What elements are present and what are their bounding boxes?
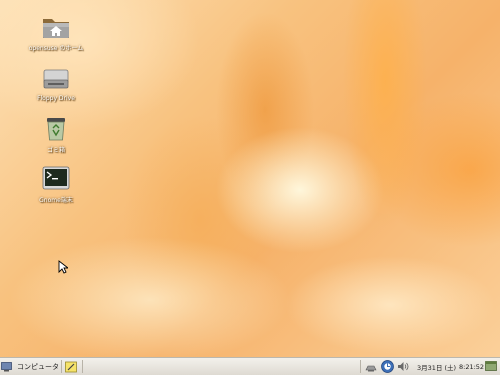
terminal-desktop-icon[interactable]: Gnome端末 (14, 166, 98, 204)
trash-desktop-icon[interactable]: ゴミ箱 (14, 116, 98, 154)
clock-time[interactable]: 8:21:52 (459, 358, 484, 375)
computer-menu-button[interactable]: コンピュータ (1, 358, 59, 375)
terminal-label: Gnome端末 (39, 197, 73, 204)
mouse-pointer-icon (58, 260, 68, 274)
terminal-icon (42, 166, 70, 190)
bottom-panel: コンピュータ 3月31日 (土) 8:21:52 (0, 357, 500, 375)
network-status[interactable] (365, 358, 377, 375)
floppy-drive-desktop-icon[interactable]: Floppy Drive (14, 66, 98, 102)
clock-date[interactable]: 3月31日 (土) (417, 358, 456, 375)
software-updater[interactable] (381, 358, 394, 375)
panel-separator (61, 360, 62, 373)
network-icon (365, 365, 377, 371)
home-folder-icon (43, 19, 69, 38)
floppy-drive-icon (43, 69, 69, 89)
notes-launcher[interactable] (65, 358, 77, 375)
sticky-note-icon (65, 361, 77, 372)
show-desktop-button[interactable] (485, 358, 497, 375)
panel-separator (82, 360, 83, 373)
panel-separator (360, 360, 361, 373)
computer-icon (1, 361, 12, 371)
update-icon (381, 360, 394, 373)
computer-menu-label: コンピュータ (17, 362, 59, 371)
show-desktop-icon (485, 361, 497, 371)
trash-icon (47, 118, 65, 141)
speaker-icon (398, 362, 409, 371)
trash-label: ゴミ箱 (46, 147, 65, 154)
desktop-background: opensuse のホーム Floppy Drive ゴミ箱 Gnome端末 (0, 0, 500, 357)
floppy-drive-label: Floppy Drive (37, 95, 75, 102)
home-folder-label: opensuse のホーム (28, 45, 84, 52)
home-folder-desktop-icon[interactable]: opensuse のホーム (14, 14, 98, 52)
volume-control[interactable] (397, 358, 410, 375)
